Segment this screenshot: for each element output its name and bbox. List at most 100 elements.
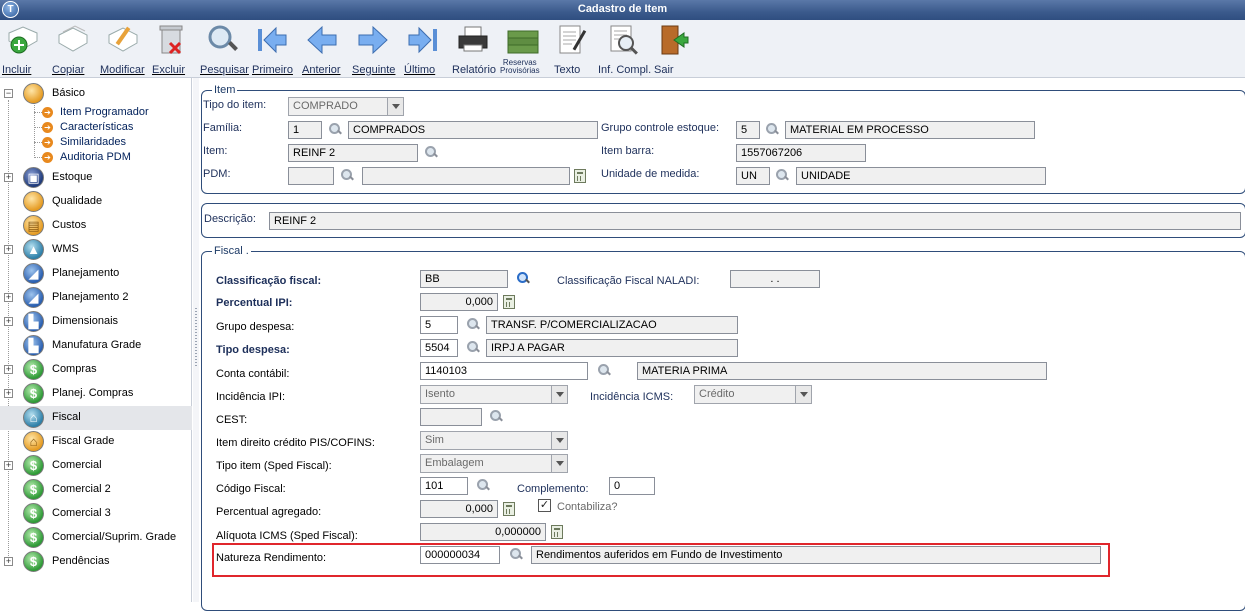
grupo-despesa-search-icon[interactable] [466, 318, 480, 332]
calculator-icon[interactable] [503, 502, 515, 516]
calculator-icon[interactable] [503, 295, 515, 309]
conta-contabil-code-field[interactable]: 1140103 [420, 362, 588, 380]
arrow-right-icon: ➔ [42, 152, 53, 163]
tree-connector [34, 142, 42, 143]
relatorio-button[interactable]: Relatório [452, 23, 496, 77]
expand-icon[interactable]: + [4, 365, 13, 374]
pesquisar-button[interactable]: Pesquisar [200, 23, 249, 77]
unidade-search-icon[interactable] [775, 169, 789, 183]
descricao-field[interactable]: REINF 2 [269, 212, 1241, 230]
grupo-controle-code-field[interactable]: 5 [736, 121, 760, 139]
reservas-provisorias-button[interactable]: Reservas Provisórias [500, 23, 546, 77]
familia-search-icon[interactable] [328, 123, 342, 137]
tree-node-comercial-2[interactable]: $ Comercial 2 [0, 478, 192, 502]
tree-node-pendencias[interactable]: + $ Pendências [0, 550, 192, 574]
notepad-icon[interactable] [574, 169, 586, 183]
chevron-down-icon[interactable] [551, 432, 567, 449]
cest-field[interactable] [420, 408, 482, 426]
conta-contabil-search-icon[interactable] [597, 364, 611, 378]
tree-node-manufatura-grade[interactable]: ▙ Manufatura Grade [0, 334, 192, 358]
quality-burger-icon [23, 191, 44, 212]
ultimo-button[interactable]: Último [404, 23, 442, 77]
expand-icon[interactable]: + [4, 293, 13, 302]
item-search-icon[interactable] [424, 146, 438, 160]
sair-button[interactable]: Sair [654, 23, 689, 77]
calculator-icon[interactable] [551, 525, 563, 539]
chevron-down-icon[interactable] [387, 98, 403, 115]
tree-node-comercial[interactable]: + $ Comercial [0, 454, 192, 478]
tree-node-planej-compras[interactable]: + $ Planej. Compras [0, 382, 192, 406]
pis-cofins-select[interactable]: Sim [420, 431, 568, 450]
tree-node-fiscal[interactable]: ⌂ Fiscal [0, 406, 192, 430]
expand-icon[interactable]: + [4, 557, 13, 566]
copiar-button[interactable]: Copiar [52, 23, 94, 77]
modificar-button[interactable]: Modificar [100, 23, 146, 77]
naladi-field[interactable]: . . [730, 270, 820, 288]
tree-node-custos[interactable]: ▤ Custos [0, 214, 192, 238]
anterior-button[interactable]: Anterior [302, 23, 342, 77]
pdm-search-icon[interactable] [340, 169, 354, 183]
collapse-icon[interactable]: − [4, 89, 13, 98]
incidencia-ipi-select[interactable]: Isento [420, 385, 568, 404]
chevron-down-icon[interactable] [551, 455, 567, 472]
panel-splitter[interactable] [193, 78, 199, 602]
costs-icon: ▤ [23, 215, 44, 236]
cest-search-icon[interactable] [489, 410, 503, 424]
tipo-item-select[interactable]: COMPRADO [288, 97, 404, 116]
tree-node-estoque[interactable]: + ▣ Estoque [0, 166, 192, 190]
tree-node-comercial-suprim-grade[interactable]: $ Comercial/Suprim. Grade [0, 526, 192, 550]
expand-icon[interactable]: + [4, 389, 13, 398]
item-code-field[interactable]: REINF 2 [288, 144, 418, 162]
seguinte-button[interactable]: Seguinte [352, 23, 395, 77]
tree-node-planejamento-2[interactable]: + ◢ Planejamento 2 [0, 286, 192, 310]
codigo-fiscal-search-icon[interactable] [476, 479, 490, 493]
unidade-code-field[interactable]: UN [736, 167, 770, 185]
tree-node-fiscal-grade[interactable]: ⌂ Fiscal Grade [0, 430, 192, 454]
inf-compl-button[interactable]: Inf. Compl. [598, 23, 651, 77]
percentual-agregado-field[interactable]: 0,000 [420, 500, 498, 518]
natureza-rendimento-code-field[interactable]: 000000034 [420, 546, 500, 564]
expand-icon[interactable]: + [4, 245, 13, 254]
item-barra-field[interactable]: 1557067206 [736, 144, 866, 162]
tree-node-planejamento[interactable]: ◢ Planejamento [0, 262, 192, 286]
tipo-item-sped-select[interactable]: Embalagem [420, 454, 568, 473]
pdm-code-field[interactable] [288, 167, 334, 185]
grupo-despesa-code-field[interactable]: 5 [420, 316, 458, 334]
next-arrow-icon [355, 23, 391, 57]
tree-node-basico[interactable]: − Básico [0, 82, 192, 106]
expand-icon[interactable]: + [4, 173, 13, 182]
primeiro-button[interactable]: Primeiro [252, 23, 293, 77]
natureza-rendimento-search-icon[interactable] [509, 548, 523, 562]
tree-node-dimensionais[interactable]: + ▙ Dimensionais [0, 310, 192, 334]
tree-node-qualidade[interactable]: Qualidade [0, 190, 192, 214]
window-title: Cadastro de Item [577, 3, 668, 15]
tree-node-compras[interactable]: + $ Compras [0, 358, 192, 382]
incluir-button[interactable]: Incluir [2, 23, 44, 77]
tree-node-comercial-3[interactable]: $ Comercial 3 [0, 502, 192, 526]
tree-node-wms[interactable]: + ▲ WMS [0, 238, 192, 262]
dollar-icon: $ [23, 503, 44, 524]
expand-icon[interactable]: + [4, 461, 13, 470]
expand-icon[interactable]: + [4, 317, 13, 326]
tipo-despesa-code-field[interactable]: 5504 [420, 339, 458, 357]
percentual-ipi-field[interactable]: 0,000 [420, 293, 498, 311]
grupo-controle-search-icon[interactable] [765, 123, 779, 137]
codigo-fiscal-field[interactable]: 101 [420, 477, 468, 495]
classificacao-search-icon[interactable] [516, 272, 530, 286]
classificacao-fiscal-field[interactable]: BB [420, 270, 508, 288]
texto-button[interactable]: Texto [554, 23, 590, 77]
tree-connector [34, 127, 42, 128]
complemento-field[interactable]: 0 [609, 477, 655, 495]
familia-code-field[interactable]: 1 [288, 121, 322, 139]
tree-connector [34, 157, 42, 158]
conta-contabil-description-field: MATERIA PRIMA [637, 362, 1047, 380]
chevron-down-icon[interactable] [551, 386, 567, 403]
incidencia-icms-select[interactable]: Crédito [694, 385, 812, 404]
tipo-despesa-search-icon[interactable] [466, 341, 480, 355]
chevron-down-icon[interactable] [795, 386, 811, 403]
aliquota-icms-field[interactable]: 0,000000 [420, 523, 546, 541]
excluir-button[interactable]: Excluir [152, 23, 190, 77]
contabiliza-checkbox[interactable]: ✓ [538, 499, 551, 512]
title-bar: T Cadastro de Item [0, 0, 1245, 20]
natureza-rendimento-description-field: Rendimentos auferidos em Fundo de Invest… [531, 546, 1101, 564]
